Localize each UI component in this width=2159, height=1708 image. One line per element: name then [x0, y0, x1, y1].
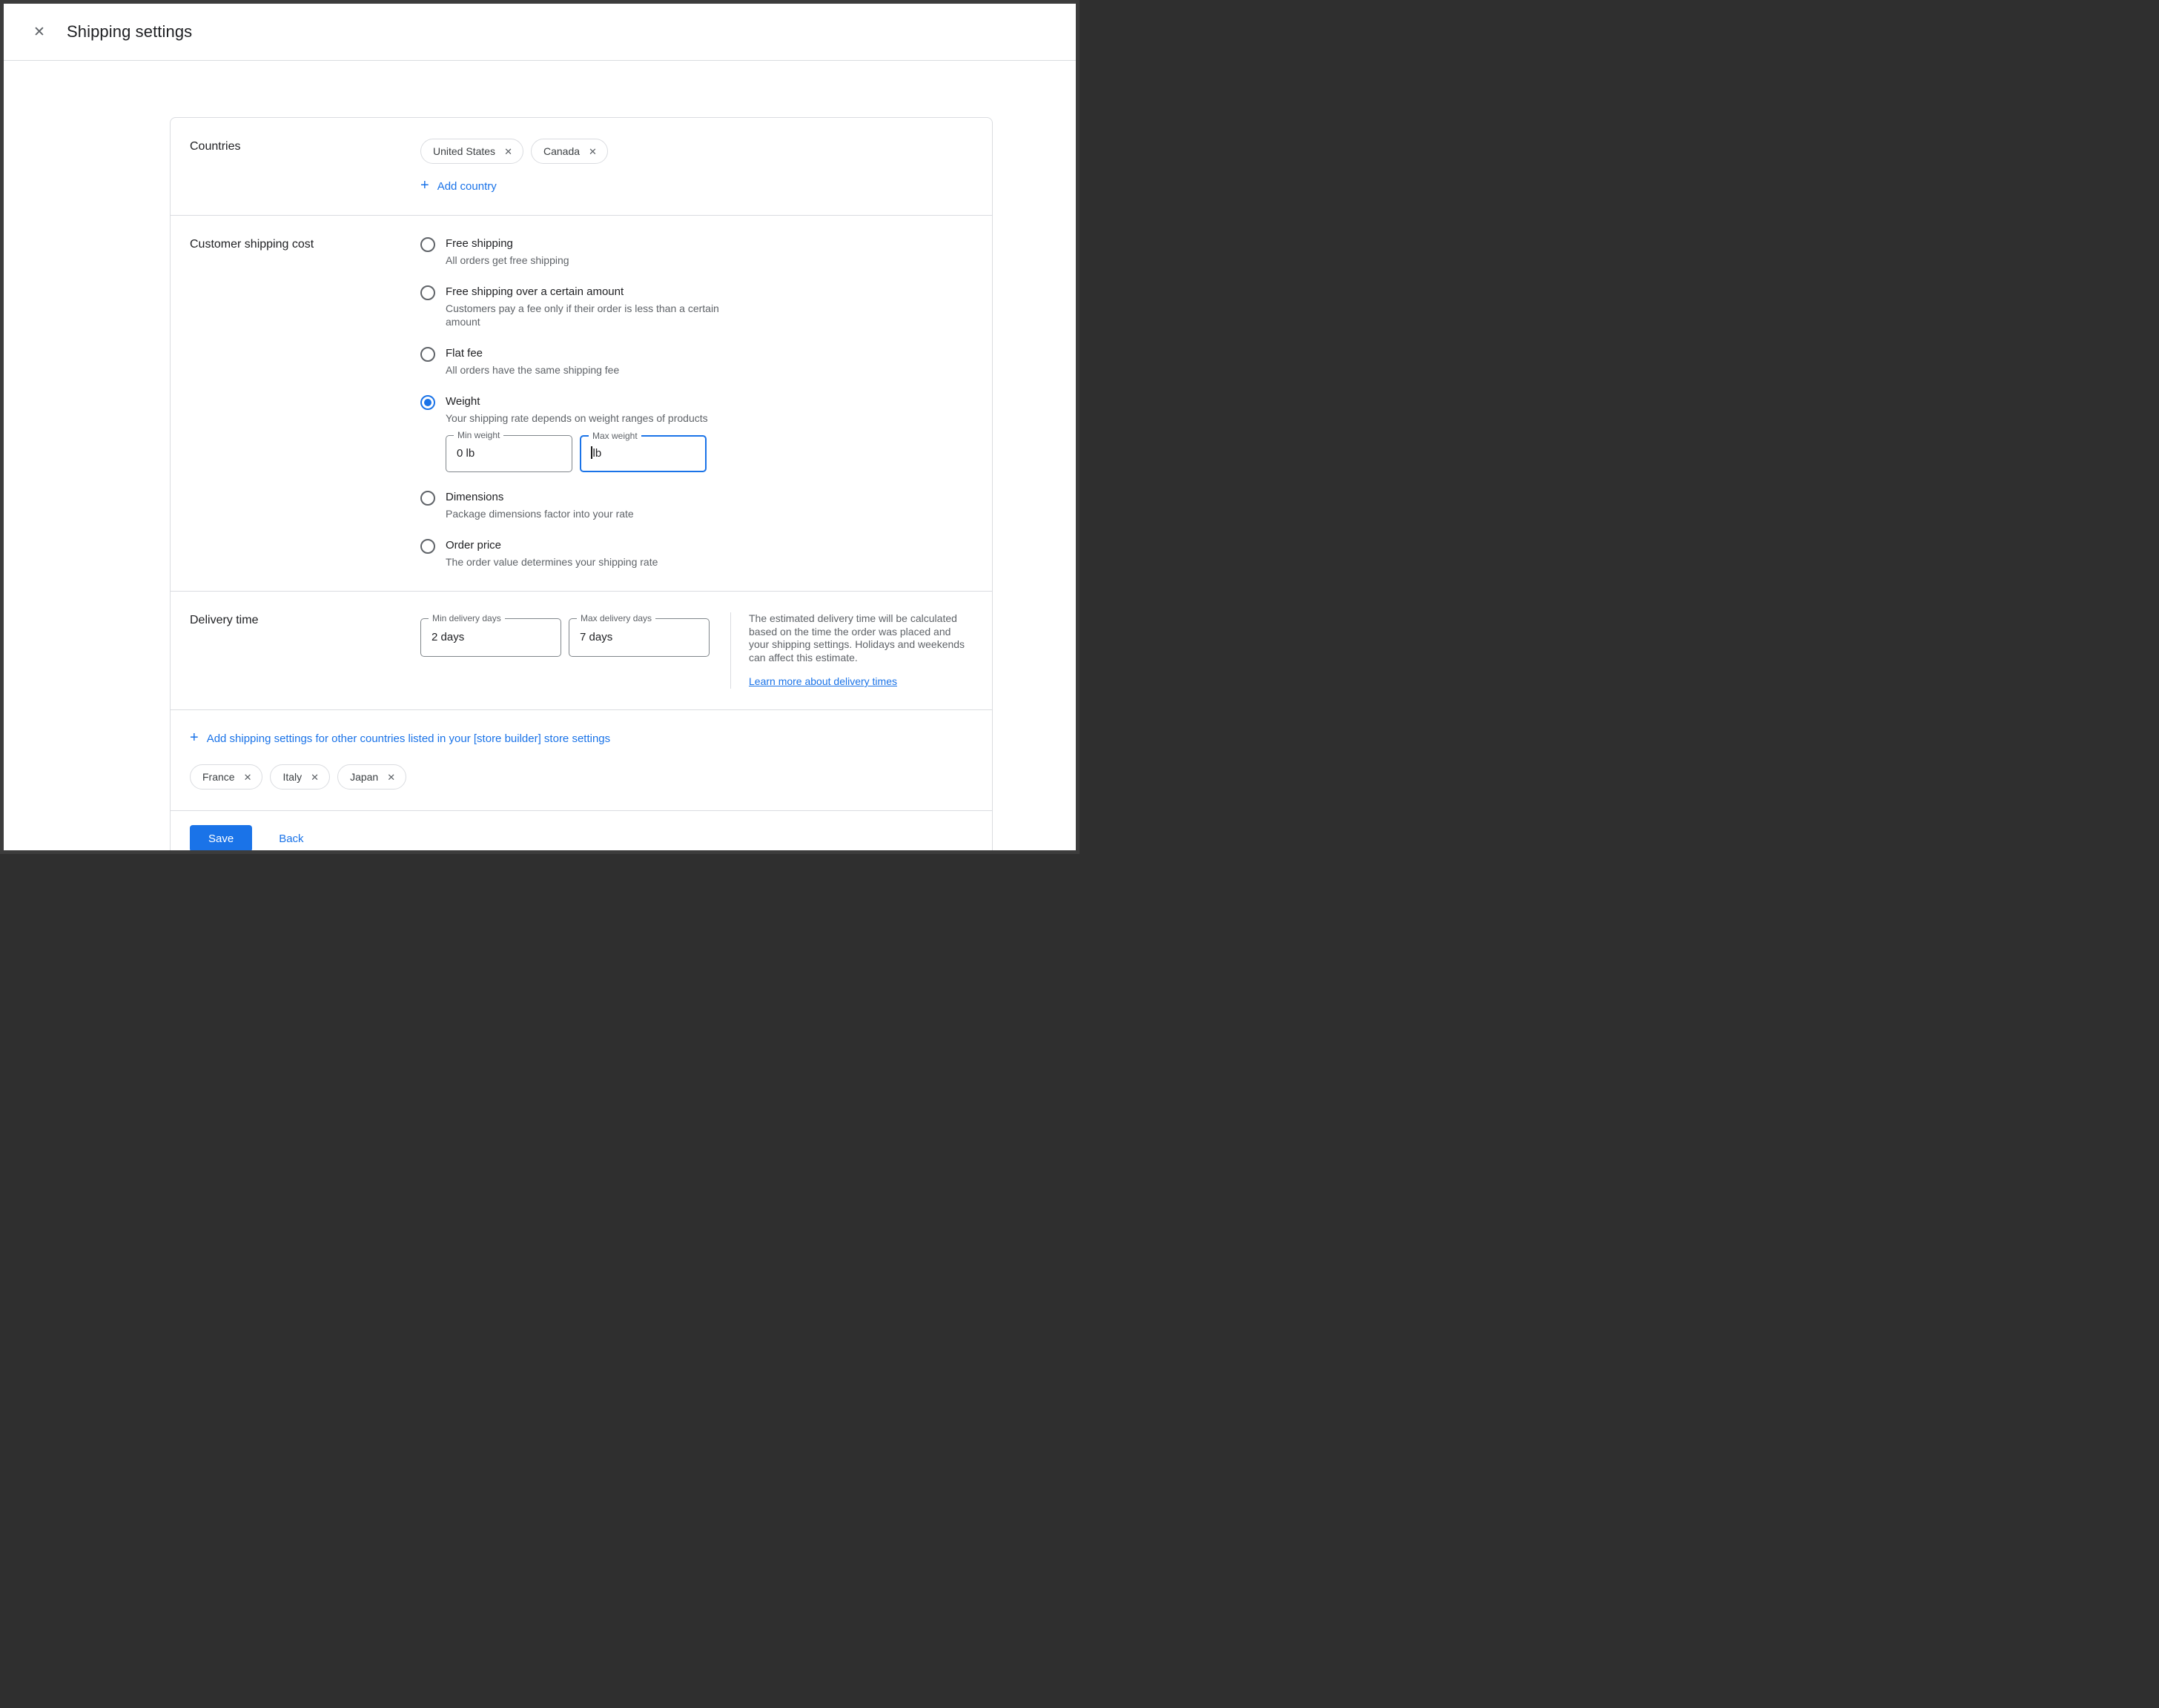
option-description: The order value determines your shipping…	[446, 555, 658, 569]
radio-option-flat-fee[interactable]: Flat fee All orders have the same shippi…	[420, 346, 973, 377]
other-countries-section: + Add shipping settings for other countr…	[171, 710, 992, 811]
top-bar: ✕ Shipping settings	[4, 4, 1076, 61]
add-country-button[interactable]: + Add country	[420, 179, 497, 193]
option-description: Customers pay a fee only if their order …	[446, 302, 721, 328]
max-weight-field[interactable]: Max weight lb	[580, 435, 707, 472]
option-description: All orders get free shipping	[446, 254, 569, 267]
option-title: Weight	[446, 394, 708, 409]
text-cursor	[591, 446, 592, 459]
chip-label: Japan	[350, 771, 378, 783]
add-country-label: Add country	[437, 180, 497, 193]
close-icon[interactable]: ✕	[28, 21, 50, 43]
radio-button[interactable]	[420, 395, 435, 410]
remove-country-icon[interactable]: ✕	[244, 772, 252, 782]
country-chip-france[interactable]: France ✕	[190, 764, 262, 790]
chip-label: France	[202, 771, 235, 783]
option-description: All orders have the same shipping fee	[446, 363, 619, 377]
chip-label: Canada	[543, 145, 580, 157]
country-chip-japan[interactable]: Japan ✕	[337, 764, 406, 790]
chip-label: Italy	[282, 771, 302, 783]
option-description: Your shipping rate depends on weight ran…	[446, 411, 708, 425]
delivery-content: Min delivery days 2 days Max delivery da…	[420, 612, 973, 689]
radio-option-weight[interactable]: Weight Your shipping rate depends on wei…	[420, 394, 973, 472]
countries-section: Countries United States ✕ Canada ✕ + Add…	[171, 118, 992, 216]
option-title: Flat fee	[446, 346, 619, 361]
shipping-cost-label: Customer shipping cost	[190, 236, 420, 570]
radio-button[interactable]	[420, 539, 435, 554]
weight-fields: Min weight 0 lb Max weight lb	[446, 435, 708, 472]
option-description: Package dimensions factor into your rate	[446, 507, 634, 520]
chip-label: United States	[433, 145, 495, 157]
remove-country-icon[interactable]: ✕	[387, 772, 395, 782]
min-delivery-days-label: Min delivery days	[429, 613, 505, 623]
radio-button[interactable]	[420, 491, 435, 506]
shipping-settings-window: ✕ Shipping settings Countries United Sta…	[0, 0, 1080, 854]
delivery-time-section: Delivery time Min delivery days 2 days M…	[171, 592, 992, 710]
option-title: Order price	[446, 538, 658, 553]
radio-option-order-price[interactable]: Order price The order value determines y…	[420, 538, 973, 569]
option-title: Free shipping over a certain amount	[446, 285, 721, 299]
remove-country-icon[interactable]: ✕	[311, 772, 319, 782]
remove-country-icon[interactable]: ✕	[589, 147, 597, 156]
radio-option-dimensions[interactable]: Dimensions Package dimensions factor int…	[420, 490, 973, 520]
plus-icon: +	[420, 178, 429, 193]
shipping-cost-options: Free shipping All orders get free shippi…	[420, 236, 973, 570]
radio-option-free-shipping[interactable]: Free shipping All orders get free shippi…	[420, 236, 973, 267]
min-delivery-days-value: 2 days	[421, 619, 561, 656]
radio-option-free-over-amount[interactable]: Free shipping over a certain amount Cust…	[420, 285, 973, 328]
countries-label: Countries	[190, 139, 420, 194]
remove-country-icon[interactable]: ✕	[504, 147, 512, 156]
max-weight-value: lb	[581, 437, 705, 471]
country-chip-row: United States ✕ Canada ✕	[420, 139, 973, 164]
other-country-chip-row: France ✕ Italy ✕ Japan ✕	[190, 764, 973, 790]
shipping-cost-section: Customer shipping cost Free shipping All…	[171, 216, 992, 592]
settings-card: Countries United States ✕ Canada ✕ + Add…	[170, 117, 993, 854]
country-chip-italy[interactable]: Italy ✕	[270, 764, 330, 790]
option-title: Free shipping	[446, 236, 569, 251]
min-weight-label: Min weight	[454, 430, 503, 440]
radio-button[interactable]	[420, 347, 435, 362]
footer: Save Back	[171, 811, 992, 854]
delivery-time-label: Delivery time	[190, 612, 420, 689]
delivery-fields: Min delivery days 2 days Max delivery da…	[420, 618, 710, 657]
countries-content: United States ✕ Canada ✕ + Add country	[420, 139, 973, 194]
delivery-info-text: The estimated delivery time will be calc…	[749, 612, 969, 664]
add-other-countries-button[interactable]: + Add shipping settings for other countr…	[190, 731, 610, 746]
back-button[interactable]: Back	[279, 833, 303, 845]
min-weight-value: 0 lb	[446, 436, 572, 471]
max-delivery-days-value: 7 days	[569, 619, 709, 656]
plus-icon: +	[190, 730, 199, 745]
country-chip-canada[interactable]: Canada ✕	[531, 139, 608, 164]
radio-button[interactable]	[420, 237, 435, 252]
min-delivery-days-field[interactable]: Min delivery days 2 days	[420, 618, 561, 657]
max-delivery-days-label: Max delivery days	[577, 613, 655, 623]
page-title: Shipping settings	[67, 22, 192, 42]
min-weight-field[interactable]: Min weight 0 lb	[446, 435, 572, 472]
add-other-countries-label: Add shipping settings for other countrie…	[207, 732, 610, 745]
max-weight-label: Max weight	[589, 431, 641, 441]
learn-more-link[interactable]: Learn more about delivery times	[749, 675, 897, 687]
country-chip-united-states[interactable]: United States ✕	[420, 139, 523, 164]
max-delivery-days-field[interactable]: Max delivery days 7 days	[569, 618, 710, 657]
delivery-info: The estimated delivery time will be calc…	[730, 612, 969, 689]
radio-button[interactable]	[420, 285, 435, 300]
save-button[interactable]: Save	[190, 825, 252, 852]
option-title: Dimensions	[446, 490, 634, 505]
